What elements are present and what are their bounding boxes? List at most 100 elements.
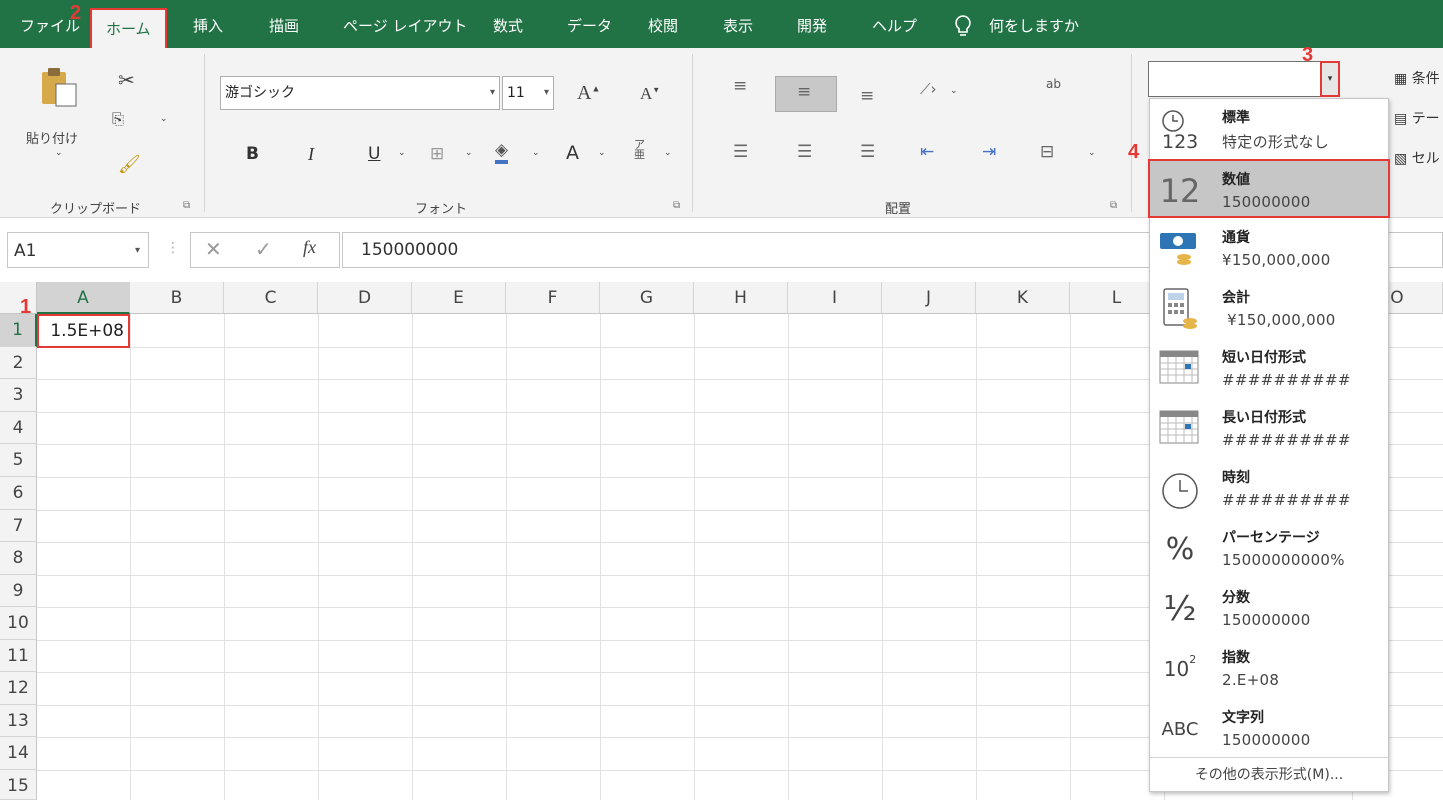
- cancel-icon[interactable]: ✕: [205, 237, 222, 261]
- menu-item-time[interactable]: 時刻 ##########: [1150, 459, 1388, 518]
- enter-check-icon[interactable]: ✓: [255, 237, 272, 261]
- align-left-icon[interactable]: ☰: [733, 142, 748, 162]
- merge-dropdown-icon[interactable]: ⌄: [1088, 148, 1096, 158]
- row-header-13[interactable]: 13: [0, 705, 37, 737]
- font-launcher-icon[interactable]: ⧉: [673, 200, 680, 211]
- menu-item-accounting[interactable]: 会計 ¥150,000,000: [1150, 279, 1388, 338]
- row-header-9[interactable]: 9: [0, 575, 37, 607]
- row-header-8[interactable]: 8: [0, 542, 37, 575]
- tab-formulas[interactable]: 数式: [493, 0, 523, 48]
- menu-item-short-date[interactable]: 短い日付形式 ##########: [1150, 339, 1388, 398]
- menu-item-value: ##########: [1222, 491, 1351, 509]
- menu-item-scientific[interactable]: 10 2 指数 2.E+08: [1150, 639, 1388, 698]
- column-header-d[interactable]: D: [318, 282, 412, 314]
- tab-data[interactable]: データ: [567, 0, 612, 48]
- select-all-corner[interactable]: [0, 282, 37, 314]
- decrease-indent-icon[interactable]: ⇤: [920, 142, 934, 162]
- menu-item-fraction[interactable]: ½ 分数 150000000: [1150, 579, 1388, 638]
- font-color-button[interactable]: A: [566, 142, 579, 164]
- number-format-select[interactable]: [1148, 61, 1328, 97]
- menu-item-percentage[interactable]: % パーセンテージ 15000000000%: [1150, 519, 1388, 578]
- copy-icon[interactable]: ⎘: [112, 110, 124, 128]
- tab-home[interactable]: ホーム: [90, 8, 167, 48]
- row-header-10[interactable]: 10: [0, 607, 37, 640]
- column-header-e[interactable]: E: [412, 282, 506, 314]
- orientation-dropdown-icon[interactable]: ⌄: [950, 86, 958, 96]
- column-header-c[interactable]: C: [224, 282, 318, 314]
- more-number-formats-link[interactable]: その他の表示形式(M)...: [1150, 757, 1388, 791]
- column-header-i[interactable]: I: [788, 282, 882, 314]
- align-right-icon[interactable]: ☰: [860, 142, 875, 162]
- increase-font-size-icon[interactable]: A▲: [577, 82, 600, 105]
- menu-item-long-date[interactable]: 長い日付形式 ##########: [1150, 399, 1388, 458]
- wrap-text-icon[interactable]: ab: [1046, 78, 1061, 90]
- row-header-11[interactable]: 11: [0, 640, 37, 672]
- number-format-dropdown-button[interactable]: ▾: [1320, 61, 1340, 97]
- row-header-5[interactable]: 5: [0, 444, 37, 477]
- fill-color-dropdown-icon[interactable]: ⌄: [532, 148, 540, 158]
- column-header-b[interactable]: B: [130, 282, 224, 314]
- fill-color-icon[interactable]: ◈: [495, 140, 509, 164]
- underline-dropdown-icon[interactable]: ⌄: [398, 148, 406, 158]
- menu-item-general[interactable]: 123 標準 特定の形式なし: [1150, 99, 1388, 158]
- row-header-15[interactable]: 15: [0, 770, 37, 800]
- tab-insert[interactable]: 挿入: [193, 0, 223, 48]
- column-header-a[interactable]: A: [37, 282, 130, 314]
- tab-help[interactable]: ヘルプ: [872, 0, 917, 48]
- paste-label[interactable]: 貼り付け: [26, 128, 78, 147]
- tab-page-layout[interactable]: ページ レイアウト: [343, 0, 467, 48]
- copy-dropdown-icon[interactable]: ⌄: [160, 114, 168, 124]
- font-group-label: フォント: [415, 202, 468, 217]
- align-top-icon[interactable]: ≡: [733, 76, 747, 96]
- column-header-k[interactable]: K: [976, 282, 1070, 314]
- row-header-1[interactable]: 1: [0, 314, 37, 347]
- increase-indent-icon[interactable]: ⇥: [982, 142, 996, 162]
- column-header-f[interactable]: F: [506, 282, 600, 314]
- row-header-7[interactable]: 7: [0, 510, 37, 542]
- row-header-14[interactable]: 14: [0, 737, 37, 770]
- menu-item-currency[interactable]: 通貨 ¥150,000,000: [1150, 219, 1388, 278]
- tab-view[interactable]: 表示: [723, 0, 753, 48]
- name-box[interactable]: A1 ▾: [7, 232, 149, 268]
- paste-icon[interactable]: [38, 66, 80, 108]
- bold-button[interactable]: B: [246, 144, 259, 164]
- row-header-4[interactable]: 4: [0, 412, 37, 444]
- phonetic-dropdown-icon[interactable]: ⌄: [664, 148, 672, 158]
- menu-item-text[interactable]: ABC 文字列 150000000: [1150, 699, 1388, 758]
- align-bottom-icon[interactable]: ≡: [860, 86, 874, 106]
- cell-a1[interactable]: 1.5E+08: [37, 314, 130, 348]
- column-header-j[interactable]: J: [882, 282, 976, 314]
- tab-developer[interactable]: 開発: [797, 0, 827, 48]
- tab-draw[interactable]: 描画: [269, 0, 299, 48]
- font-color-dropdown-icon[interactable]: ⌄: [598, 148, 606, 158]
- format-as-table-button[interactable]: ▤ テー: [1394, 108, 1440, 128]
- align-center-icon[interactable]: ☰: [797, 142, 812, 162]
- orientation-icon[interactable]: ⟋›: [920, 80, 937, 98]
- format-painter-icon[interactable]: 🖌: [118, 154, 141, 175]
- italic-button[interactable]: I: [308, 144, 314, 165]
- insert-function-icon[interactable]: fx: [303, 237, 316, 258]
- tell-me-search[interactable]: 何をしますか: [989, 0, 1079, 48]
- alignment-launcher-icon[interactable]: ⧉: [1110, 200, 1117, 211]
- row-header-12[interactable]: 12: [0, 672, 37, 705]
- paste-dropdown-icon[interactable]: ⌄: [55, 148, 63, 158]
- font-name-select[interactable]: 游ゴシック ▾: [220, 76, 500, 110]
- clipboard-launcher-icon[interactable]: ⧉: [183, 200, 190, 211]
- borders-dropdown-icon[interactable]: ⌄: [465, 148, 473, 158]
- tab-review[interactable]: 校閲: [648, 0, 678, 48]
- merge-center-icon[interactable]: ⊟: [1040, 142, 1054, 162]
- font-size-select[interactable]: 11 ▾: [502, 76, 554, 110]
- phonetic-guide-icon[interactable]: ア亜: [634, 139, 645, 160]
- menu-item-number[interactable]: 12 数値 150000000: [1148, 159, 1390, 218]
- cut-icon[interactable]: ✂: [118, 68, 135, 92]
- cell-styles-button[interactable]: ▧ セル: [1394, 148, 1440, 168]
- borders-icon[interactable]: ⊞: [430, 144, 444, 164]
- column-header-g[interactable]: G: [600, 282, 694, 314]
- decrease-font-size-icon[interactable]: A▼: [640, 84, 660, 104]
- underline-button[interactable]: U: [368, 144, 380, 164]
- row-header-6[interactable]: 6: [0, 477, 37, 510]
- conditional-formatting-button[interactable]: ▦ 条件: [1394, 68, 1440, 88]
- row-header-2[interactable]: 2: [0, 347, 37, 379]
- row-header-3[interactable]: 3: [0, 379, 37, 412]
- column-header-h[interactable]: H: [694, 282, 788, 314]
